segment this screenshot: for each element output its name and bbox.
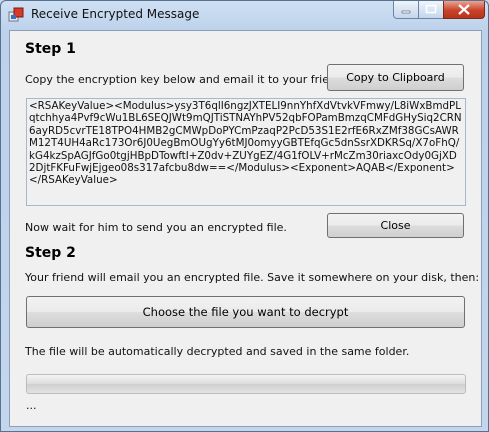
receive-encrypted-message-window: Receive Encrypted Message Step 1 Copy th… bbox=[0, 0, 489, 432]
maximize-button[interactable] bbox=[418, 1, 444, 19]
status-text: ... bbox=[26, 399, 37, 412]
copy-to-clipboard-button[interactable]: Copy to Clipboard bbox=[327, 64, 464, 91]
close-button[interactable]: Close bbox=[327, 213, 464, 238]
encryption-key-textbox[interactable]: <RSAKeyValue><Modulus>ysy3T6qlI6ngzJXTEL… bbox=[26, 98, 466, 206]
auto-decrypt-message: The file will be automatically decrypted… bbox=[25, 345, 410, 358]
choose-file-button[interactable]: Choose the file you want to decrypt bbox=[26, 296, 465, 328]
close-window-button[interactable] bbox=[443, 1, 485, 19]
minimize-button[interactable] bbox=[393, 1, 419, 19]
window-title: Receive Encrypted Message bbox=[31, 7, 200, 21]
step1-heading: Step 1 bbox=[25, 41, 76, 57]
minimize-icon bbox=[401, 10, 411, 14]
step1-instruction: Copy the encryption key below and email … bbox=[25, 73, 347, 86]
title-bar[interactable]: Receive Encrypted Message bbox=[1, 1, 488, 29]
close-icon bbox=[458, 4, 470, 15]
maximize-icon bbox=[425, 4, 437, 14]
app-icon bbox=[8, 7, 24, 23]
step2-instruction: Your friend will email you an encrypted … bbox=[25, 271, 480, 284]
form-client-area: Step 1 Copy the encryption key below and… bbox=[9, 30, 482, 427]
wait-message: Now wait for him to send you an encrypte… bbox=[25, 221, 287, 234]
decrypt-progress-bar bbox=[26, 374, 466, 394]
step2-heading: Step 2 bbox=[25, 245, 76, 261]
